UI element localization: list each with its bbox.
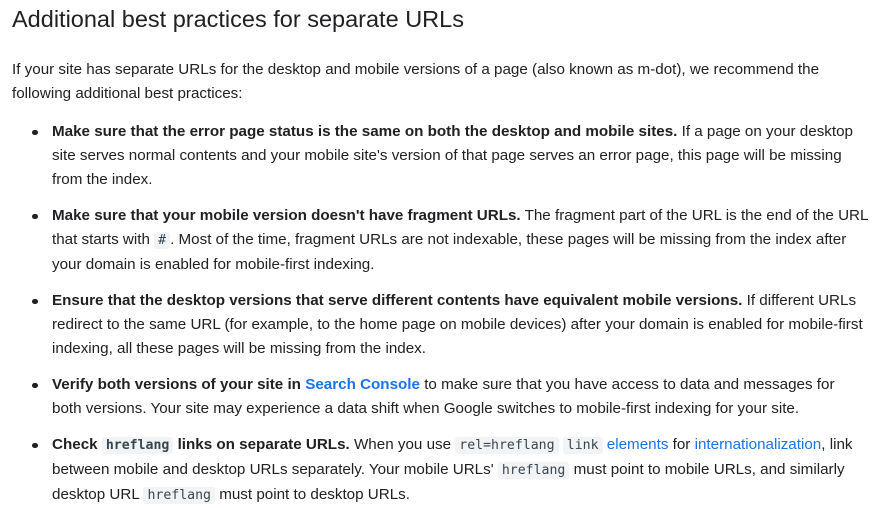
item-bold-text: Verify both versions of your site in Sea… <box>52 376 420 393</box>
inline-code: hreflang <box>143 487 215 504</box>
item-text: must point to desktop URLs. <box>214 486 410 503</box>
list-item-hreflang-links: Check hreflang links on separate URLs. W… <box>12 433 868 508</box>
item-bold-text: Make sure that the error page status is … <box>52 123 678 140</box>
article-section: Additional best practices for separate U… <box>0 0 874 508</box>
search-console-link[interactable]: Search Console <box>305 376 420 393</box>
item-bold-tail: links on separate URLs. <box>173 436 350 453</box>
internationalization-link[interactable]: internationalization <box>695 436 822 453</box>
link-text: elements <box>602 436 669 453</box>
list-item-verify-search-console: Verify both versions of your site in Sea… <box>12 373 868 421</box>
section-heading: Additional best practices for separate U… <box>12 6 464 32</box>
inline-code-link: link <box>562 437 603 454</box>
item-bold-text: Check hreflang links on separate URLs. <box>52 436 350 454</box>
inline-code: hreflang <box>497 462 570 479</box>
inline-code: # <box>154 232 171 249</box>
link-elements-link[interactable]: link elements <box>562 436 669 454</box>
item-text: When you use <box>349 436 456 453</box>
list-item-fragment-urls: Make sure that your mobile version doesn… <box>12 204 868 277</box>
item-bold-text: Ensure that the desktop versions that se… <box>52 292 743 309</box>
item-bold-lead: Verify both versions of your site in <box>52 376 306 393</box>
intro-paragraph: If your site has separate URLs for the d… <box>12 61 820 102</box>
inline-code: hreflang <box>101 437 174 454</box>
best-practices-list: Make sure that the error page status is … <box>12 120 868 508</box>
item-bold-text: Make sure that your mobile version doesn… <box>52 207 521 224</box>
list-item-error-page-status: Make sure that the error page status is … <box>12 120 868 192</box>
list-item-equivalent-mobile-versions: Ensure that the desktop versions that se… <box>12 289 868 361</box>
item-text: for <box>668 436 695 453</box>
item-text: . Most of the time, fragment URLs are no… <box>52 231 847 273</box>
inline-code: rel=hreflang <box>455 437 559 454</box>
item-bold-lead: Check <box>52 436 102 453</box>
